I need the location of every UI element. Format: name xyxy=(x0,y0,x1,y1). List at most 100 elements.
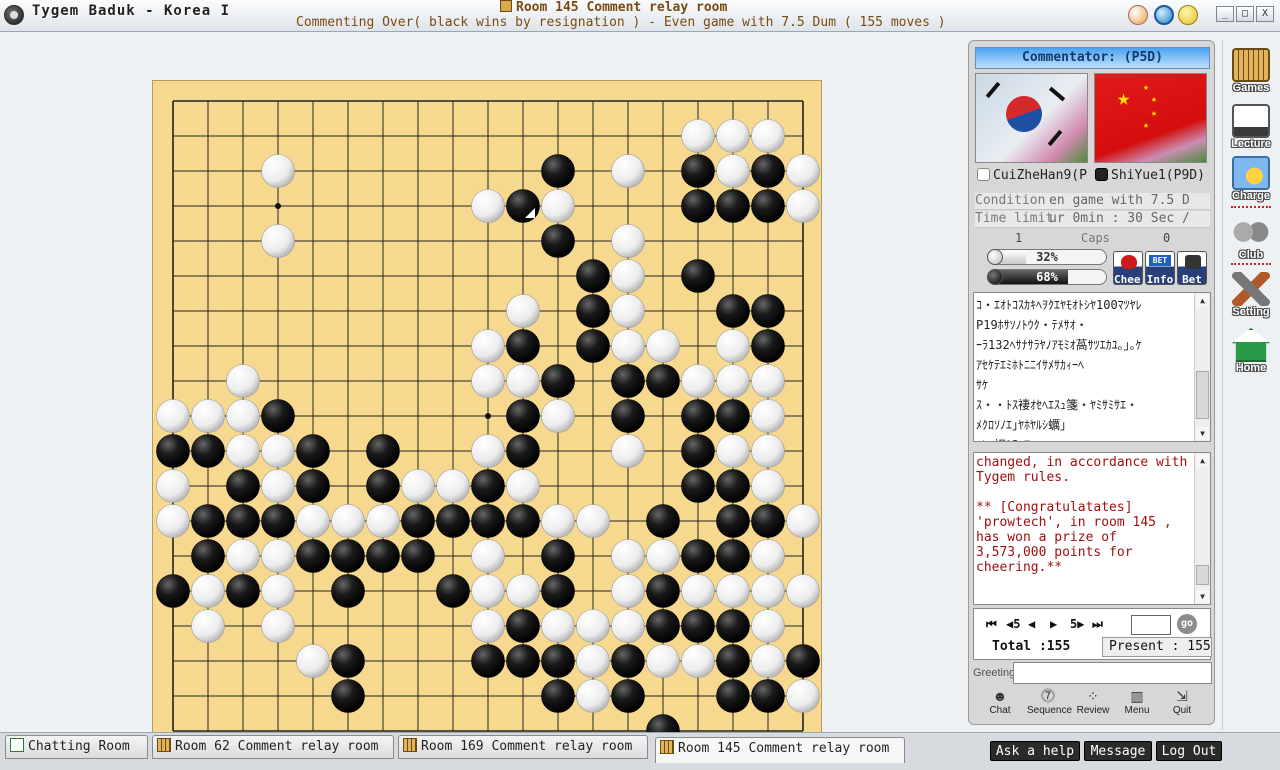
menu-button[interactable]: ▥ Menu xyxy=(1116,687,1158,716)
white-stone xyxy=(681,644,715,678)
white-player-name[interactable]: ShiYue1(P9D) xyxy=(1095,168,1211,188)
white-stone xyxy=(716,434,750,468)
message-button[interactable]: Message xyxy=(1084,741,1152,761)
cheer-button[interactable]: Cheer xyxy=(1113,251,1143,285)
black-stone xyxy=(156,434,190,468)
tab-room-145[interactable]: Room 145 Comment relay room xyxy=(655,737,905,763)
white-stone xyxy=(611,154,645,188)
scroll-down-icon[interactable]: ▼ xyxy=(1196,590,1209,603)
search-icon[interactable] xyxy=(1154,5,1174,25)
white-stone xyxy=(261,434,295,468)
chat-button[interactable]: ☻ Chat xyxy=(979,687,1021,716)
board-grid[interactable] xyxy=(153,81,823,751)
quit-button[interactable]: ⇲ Quit xyxy=(1161,687,1203,716)
black-stone xyxy=(436,574,470,608)
greeting-input[interactable] xyxy=(1013,662,1212,684)
white-stone xyxy=(681,364,715,398)
black-captures: 1 xyxy=(1015,231,1023,245)
black-stone xyxy=(471,504,505,538)
sidebar-item-home[interactable]: Home xyxy=(1225,328,1277,374)
sidebar-item-lecture[interactable]: Lecture xyxy=(1225,104,1277,150)
white-stone xyxy=(751,644,785,678)
sidebar-label: Club xyxy=(1238,249,1264,261)
forward-5-button[interactable]: 5▶ xyxy=(1070,617,1084,631)
chat-scrollbar[interactable]: ▲ ▼ xyxy=(1194,293,1210,441)
flag-bar xyxy=(1047,129,1063,147)
chat-line: ｱｾｹﾃｴﾐﾎﾄﾆﾆｲｻﾒｻｶｨｰﾍ xyxy=(976,358,1085,372)
move-number-input[interactable] xyxy=(1131,615,1171,635)
back-button[interactable]: ◀ xyxy=(1028,617,1035,631)
black-stone xyxy=(681,399,715,433)
scroll-down-icon[interactable]: ▼ xyxy=(1196,427,1209,440)
chat-line: ｺﾚﾆ袒ﾐﾃﾌｱ｡ xyxy=(976,435,1192,441)
title-bar: Tygem Baduk - Korea I Room 145 Comment r… xyxy=(0,0,1280,32)
scroll-up-icon[interactable]: ▲ xyxy=(1196,454,1209,467)
black-stone xyxy=(296,434,330,468)
divider xyxy=(1231,263,1271,265)
scroll-up-icon[interactable]: ▲ xyxy=(1196,294,1209,307)
bet-button[interactable]: Bet xyxy=(1177,251,1207,285)
bet-info-button[interactable]: Info xyxy=(1145,251,1175,285)
maximize-button[interactable]: □ xyxy=(1236,6,1254,22)
scroll-thumb[interactable] xyxy=(1196,371,1209,419)
white-stone xyxy=(261,609,295,643)
forward-button[interactable]: ▶ xyxy=(1050,617,1057,631)
white-stone xyxy=(786,504,820,538)
white-stone xyxy=(401,469,435,503)
flag-bar xyxy=(985,81,1001,99)
comment-text: changed, in accordance with Tygem rules.… xyxy=(976,455,1188,575)
black-stone xyxy=(506,329,540,363)
white-stone xyxy=(506,574,540,608)
tab-chatting-room[interactable]: Chatting Room xyxy=(5,735,148,759)
white-stone xyxy=(786,154,820,188)
black-stone xyxy=(156,574,190,608)
black-stone xyxy=(506,434,540,468)
white-stone xyxy=(226,364,260,398)
sidebar-item-charge[interactable]: Charge xyxy=(1225,156,1277,202)
black-stone xyxy=(541,679,575,713)
sidebar-item-setting[interactable]: Setting xyxy=(1225,272,1277,318)
black-stone xyxy=(226,469,260,503)
paint-icon[interactable] xyxy=(1128,5,1148,25)
minimize-button[interactable]: _ xyxy=(1216,6,1234,22)
bottom-toolbar: ☻ Chat ⓻ Sequence ⁘ Review ▥ Menu ⇲ Quit xyxy=(973,687,1211,721)
first-move-button[interactable]: ⏮ xyxy=(986,617,997,632)
sidebar-label: Games xyxy=(1232,82,1270,94)
tab-room-169[interactable]: Room 169 Comment relay room xyxy=(398,735,648,759)
black-player-name[interactable]: CuiZheHan9(P xyxy=(977,168,1091,188)
white-stone xyxy=(191,609,225,643)
black-stone xyxy=(611,644,645,678)
black-stone xyxy=(576,329,610,363)
white-stone xyxy=(261,154,295,188)
chat-label: Chat xyxy=(989,705,1011,716)
scroll-thumb[interactable] xyxy=(1196,565,1209,585)
white-stone xyxy=(646,539,680,573)
back-5-button[interactable]: ◀5 xyxy=(1006,617,1020,631)
black-stone xyxy=(611,399,645,433)
white-stone xyxy=(716,119,750,153)
board-icon xyxy=(157,738,171,752)
board-icon xyxy=(403,738,417,752)
board-area xyxy=(0,32,965,750)
chat-log[interactable]: ｺ・ｴｵﾄｺｽｶｷﾍｦｸｴﾔﾓｵﾄｼﾔ100ﾏﾂﾔﾚ P19ﾎｻｿﾉﾄｳｸ・ﾃﾒｻ… xyxy=(973,292,1211,442)
go-button[interactable]: go xyxy=(1177,614,1197,634)
sidebar-item-games[interactable]: Games xyxy=(1225,48,1277,94)
tab-room-62[interactable]: Room 62 Comment relay room xyxy=(152,735,394,759)
help-bulb-icon[interactable] xyxy=(1178,5,1198,25)
white-stone xyxy=(576,644,610,678)
white-stone xyxy=(786,679,820,713)
review-button[interactable]: ⁘ Review xyxy=(1072,687,1114,716)
comment-log[interactable]: changed, in accordance with Tygem rules.… xyxy=(973,452,1211,605)
white-stone xyxy=(751,399,785,433)
ask-help-button[interactable]: Ask a help xyxy=(990,741,1080,761)
close-button[interactable]: X xyxy=(1256,6,1274,22)
white-stone xyxy=(751,119,785,153)
white-stone xyxy=(191,574,225,608)
sidebar-item-club[interactable]: Club xyxy=(1225,215,1277,261)
sequence-button[interactable]: ⓻ Sequence xyxy=(1027,687,1072,716)
last-move-button[interactable]: ⏭ xyxy=(1092,617,1103,632)
white-stone xyxy=(716,364,750,398)
go-board[interactable] xyxy=(152,80,822,750)
logout-button[interactable]: Log Out xyxy=(1156,741,1222,761)
comment-scrollbar[interactable]: ▲ ▼ xyxy=(1194,453,1210,604)
